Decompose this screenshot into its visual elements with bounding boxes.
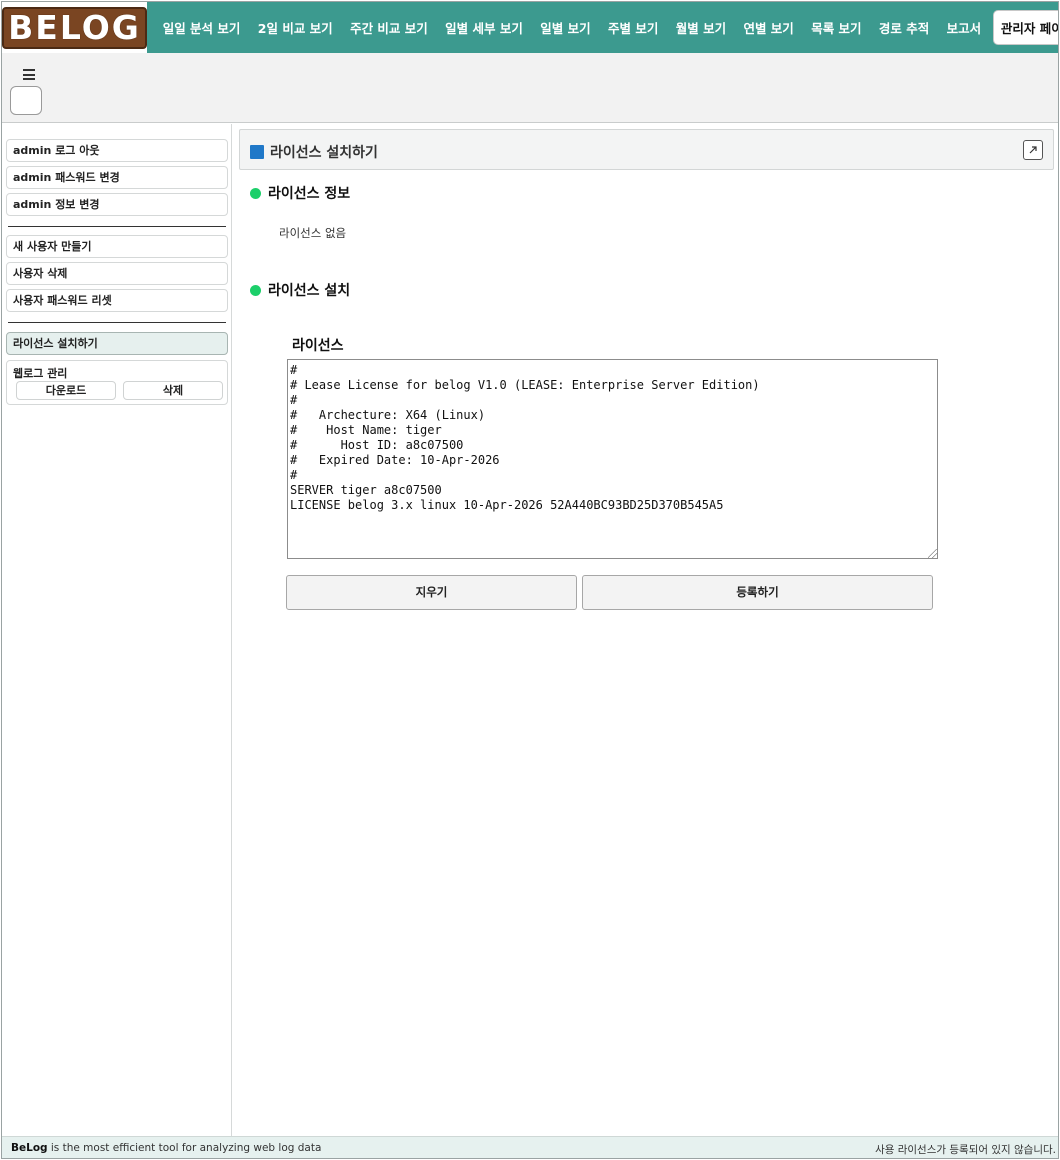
square-icon bbox=[250, 145, 264, 159]
license-textarea[interactable]: # # Lease License for belog V1.0 (LEASE:… bbox=[287, 359, 938, 559]
sidebar-divider bbox=[8, 322, 226, 323]
nav-item-list[interactable]: 목록 보기 bbox=[803, 18, 871, 37]
nav-item-yearly[interactable]: 연별 보기 bbox=[735, 18, 803, 37]
green-dot-icon bbox=[250, 187, 261, 199]
weblog-download-button[interactable]: 다운로드 bbox=[16, 381, 116, 400]
belog-logo: BELOG bbox=[2, 6, 147, 49]
top-navigation: BELOG 일일 분석 보기 2일 비교 보기 주간 비교 보기 일별 세부 보… bbox=[2, 2, 1058, 53]
license-field-label: 라이선스 bbox=[292, 338, 344, 354]
admin-sidebar: admin 로그 아웃 admin 패스워드 변경 admin 정보 변경 새 … bbox=[2, 124, 232, 1136]
license-info-title: 라이선스 정보 bbox=[268, 186, 351, 202]
admin-logout-button[interactable]: admin 로그 아웃 bbox=[6, 139, 228, 162]
green-dot-icon bbox=[250, 284, 261, 296]
license-install-title: 라이선스 설치 bbox=[268, 283, 351, 299]
footer-tagline: BeLog is the most efficient tool for ana… bbox=[11, 1142, 321, 1154]
nav-item-admin-page[interactable]: 관리자 페이지 bbox=[992, 10, 1058, 45]
nav-item-monthly[interactable]: 월별 보기 bbox=[667, 18, 735, 37]
weblog-management-title: 웹로그 관리 bbox=[13, 367, 68, 380]
nav-menu: 일일 분석 보기 2일 비교 보기 주간 비교 보기 일별 세부 보기 일별 보… bbox=[148, 2, 1058, 53]
weblog-management-box: 웹로그 관리 다운로드 삭제 bbox=[6, 360, 228, 405]
footer-license-status: 사용 라이선스가 등록되어 있지 않습니다. bbox=[875, 1144, 1056, 1156]
external-link-icon[interactable] bbox=[1023, 140, 1043, 160]
sub-header bbox=[2, 53, 1058, 123]
footer-brand: BeLog bbox=[11, 1142, 48, 1154]
admin-password-change-button[interactable]: admin 패스워드 변경 bbox=[6, 166, 228, 189]
nav-item-weekly[interactable]: 주별 보기 bbox=[599, 18, 667, 37]
page-title: 라이선스 설치하기 bbox=[270, 145, 378, 161]
clear-button[interactable]: 지우기 bbox=[286, 575, 577, 610]
weblog-delete-button[interactable]: 삭제 bbox=[123, 381, 223, 400]
nav-item-path-trace[interactable]: 경로 추적 bbox=[870, 18, 938, 37]
panel-header: 라이선스 설치하기 bbox=[239, 129, 1054, 170]
nav-item-report[interactable]: 보고서 bbox=[938, 18, 990, 37]
nav-item-daily-analysis[interactable]: 일일 분석 보기 bbox=[154, 18, 249, 37]
register-button[interactable]: 등록하기 bbox=[582, 575, 933, 610]
nav-item-weekly-compare[interactable]: 주간 비교 보기 bbox=[341, 18, 436, 37]
textarea-resize-handle[interactable] bbox=[928, 549, 937, 558]
nav-item-two-day-compare[interactable]: 2일 비교 보기 bbox=[249, 18, 341, 37]
license-info-heading: 라이선스 정보 bbox=[250, 183, 350, 203]
sidebar-divider bbox=[8, 226, 226, 227]
admin-info-change-button[interactable]: admin 정보 변경 bbox=[6, 193, 228, 216]
app-window: BELOG 일일 분석 보기 2일 비교 보기 주간 비교 보기 일별 세부 보… bbox=[1, 1, 1059, 1159]
hamburger-icon[interactable] bbox=[23, 69, 35, 83]
logo-area[interactable]: BELOG bbox=[2, 2, 148, 53]
nav-item-daily-detail[interactable]: 일별 세부 보기 bbox=[436, 18, 531, 37]
create-user-button[interactable]: 새 사용자 만들기 bbox=[6, 235, 228, 258]
nav-item-daily[interactable]: 일별 보기 bbox=[532, 18, 600, 37]
blank-square-button[interactable] bbox=[10, 86, 42, 115]
license-status-text: 라이선스 없음 bbox=[279, 226, 347, 240]
install-license-button[interactable]: 라이선스 설치하기 bbox=[6, 332, 228, 355]
license-install-heading: 라이선스 설치 bbox=[250, 280, 350, 300]
reset-user-password-button[interactable]: 사용자 패스워드 리셋 bbox=[6, 289, 228, 312]
footer: BeLog is the most efficient tool for ana… bbox=[2, 1136, 1058, 1158]
footer-tagline-text: is the most efficient tool for analyzing… bbox=[47, 1142, 322, 1154]
delete-user-button[interactable]: 사용자 삭제 bbox=[6, 262, 228, 285]
